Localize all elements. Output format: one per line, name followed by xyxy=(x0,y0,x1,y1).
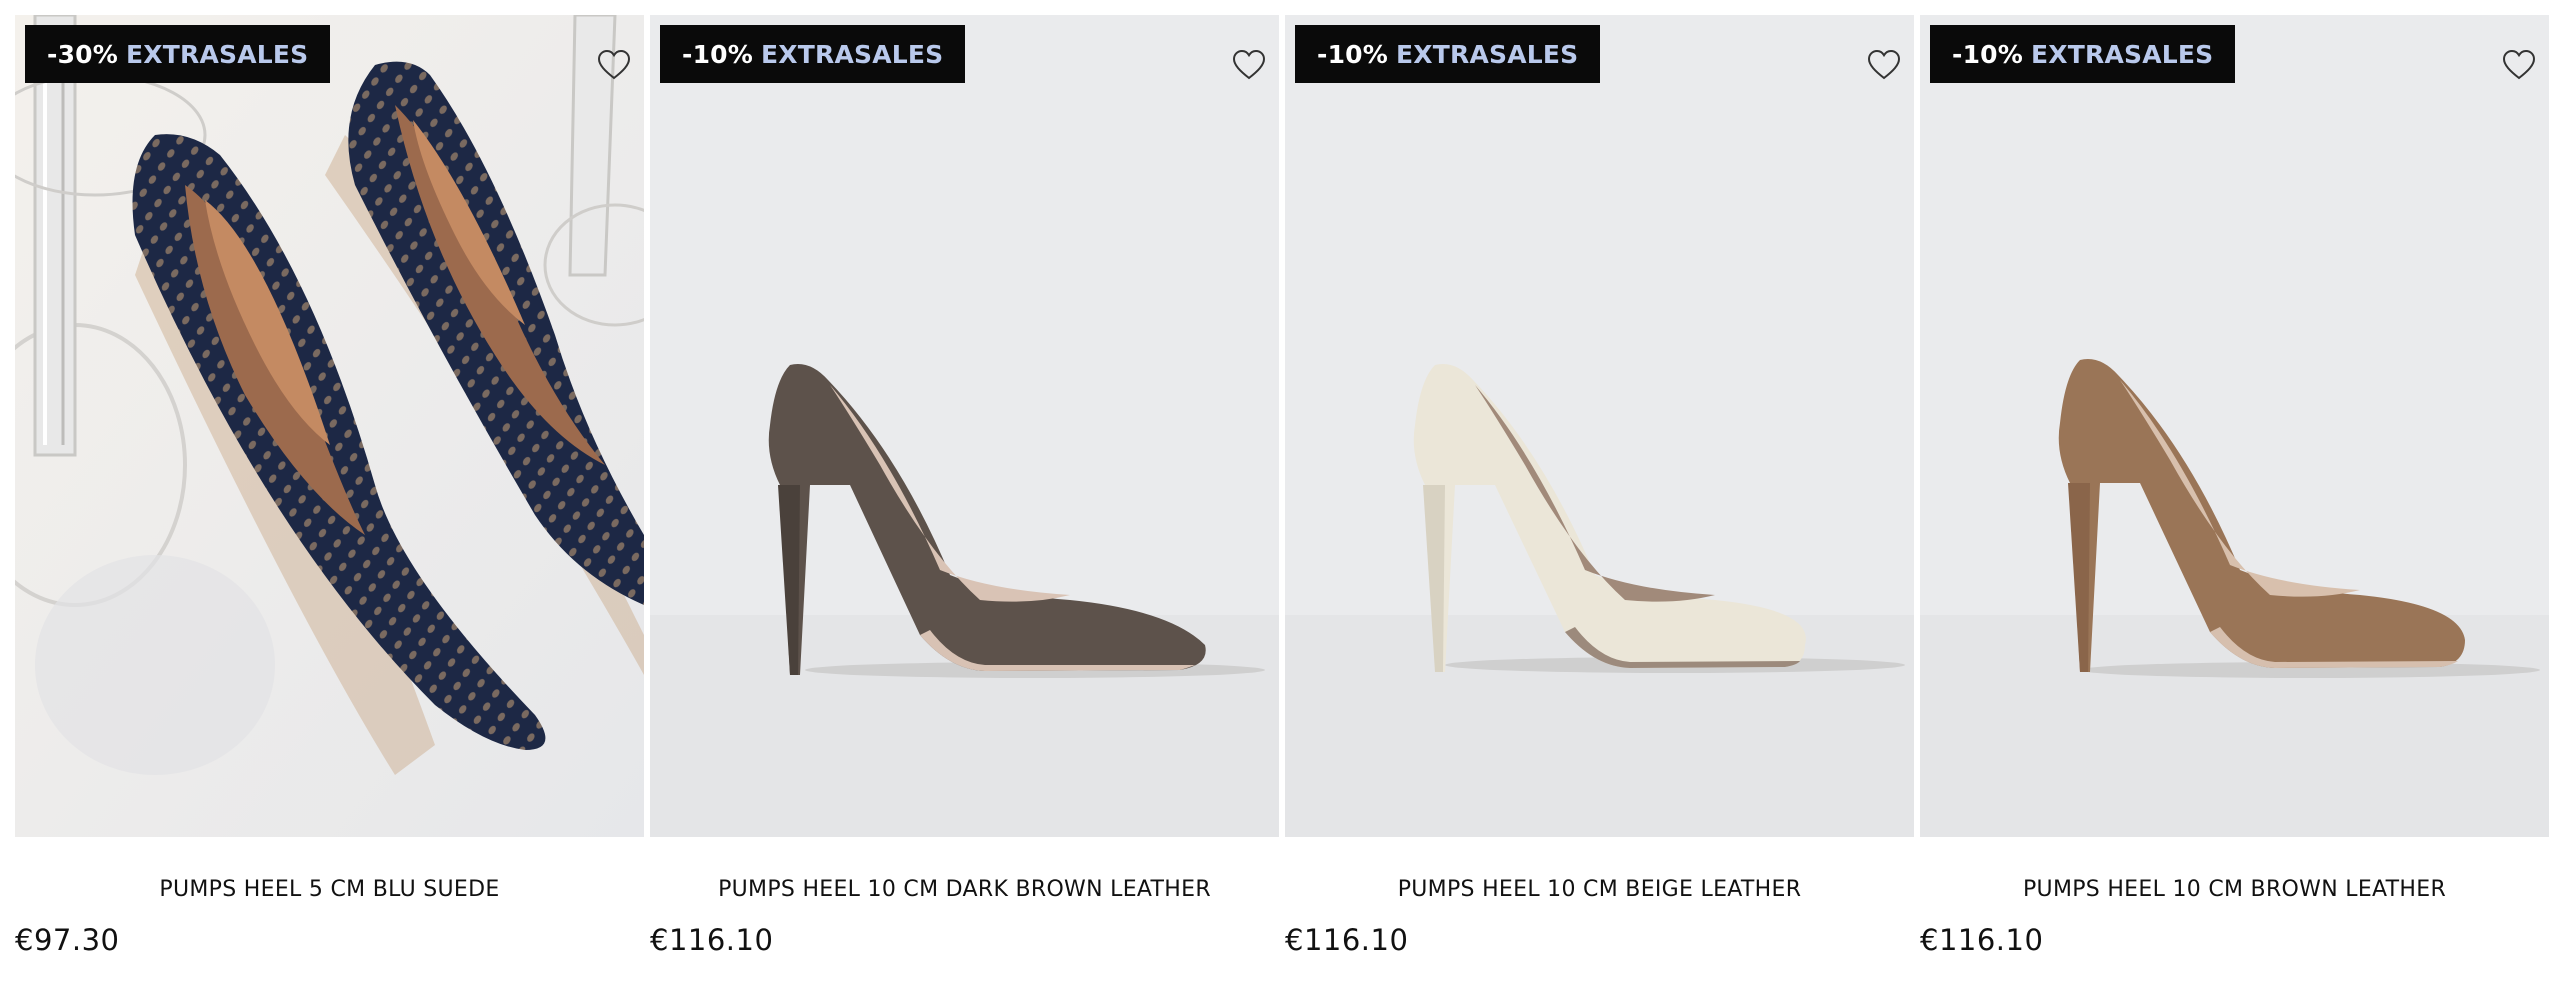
product-name[interactable]: PUMPS HEEL 10 CM BROWN LEATHER xyxy=(1920,877,2549,902)
heart-outline-icon xyxy=(597,49,631,80)
discount-badge: -30% EXTRASALES xyxy=(25,25,331,83)
product-price: €116.10 xyxy=(1285,923,1409,957)
product-card[interactable]: -10% EXTRASALES PUMPS HEEL 10 CM BEIGE L… xyxy=(1285,15,1914,985)
discount-badge: -10% EXTRASALES xyxy=(660,25,966,83)
discount-label: EXTRASALES xyxy=(2031,39,2214,69)
product-photo-beige-pump xyxy=(1285,15,1914,837)
product-card[interactable]: -30% EXTRASALES PUMPS HEEL 5 CM BLU SUED… xyxy=(15,15,644,985)
product-photo-dark-brown-pump xyxy=(650,15,1279,837)
product-image[interactable]: -10% EXTRASALES xyxy=(650,15,1279,837)
wishlist-button[interactable] xyxy=(594,45,634,85)
discount-percent: -30% xyxy=(47,39,119,69)
heart-outline-icon xyxy=(1867,49,1901,80)
product-image[interactable]: -30% EXTRASALES xyxy=(15,15,644,837)
discount-percent: -10% xyxy=(1317,39,1389,69)
product-photo-blu-suede-pumps xyxy=(15,15,644,837)
product-image[interactable]: -10% EXTRASALES xyxy=(1285,15,1914,837)
discount-badge: -10% EXTRASALES xyxy=(1295,25,1601,83)
discount-percent: -10% xyxy=(1952,39,2024,69)
discount-label: EXTRASALES xyxy=(761,39,944,69)
discount-percent: -10% xyxy=(682,39,754,69)
wishlist-button[interactable] xyxy=(2499,45,2539,85)
product-grid: -30% EXTRASALES PUMPS HEEL 5 CM BLU SUED… xyxy=(15,15,2549,985)
discount-badge: -10% EXTRASALES xyxy=(1930,25,2236,83)
heart-outline-icon xyxy=(1232,49,1266,80)
product-name[interactable]: PUMPS HEEL 10 CM BEIGE LEATHER xyxy=(1285,877,1914,902)
product-card[interactable]: -10% EXTRASALES PUMPS HEEL 10 CM BROWN L… xyxy=(1920,15,2549,985)
heart-outline-icon xyxy=(2502,49,2536,80)
product-price: €116.10 xyxy=(1920,923,2044,957)
wishlist-button[interactable] xyxy=(1229,45,1269,85)
discount-label: EXTRASALES xyxy=(1396,39,1579,69)
product-price: €116.10 xyxy=(650,923,774,957)
product-photo-brown-pump xyxy=(1920,15,2549,837)
discount-label: EXTRASALES xyxy=(126,39,309,69)
product-image[interactable]: -10% EXTRASALES xyxy=(1920,15,2549,837)
product-name[interactable]: PUMPS HEEL 10 CM DARK BROWN LEATHER xyxy=(650,877,1279,902)
product-name[interactable]: PUMPS HEEL 5 CM BLU SUEDE xyxy=(15,877,644,902)
wishlist-button[interactable] xyxy=(1864,45,1904,85)
product-card[interactable]: -10% EXTRASALES PUMPS HEEL 10 CM DARK BR… xyxy=(650,15,1279,985)
product-price: €97.30 xyxy=(15,923,120,957)
